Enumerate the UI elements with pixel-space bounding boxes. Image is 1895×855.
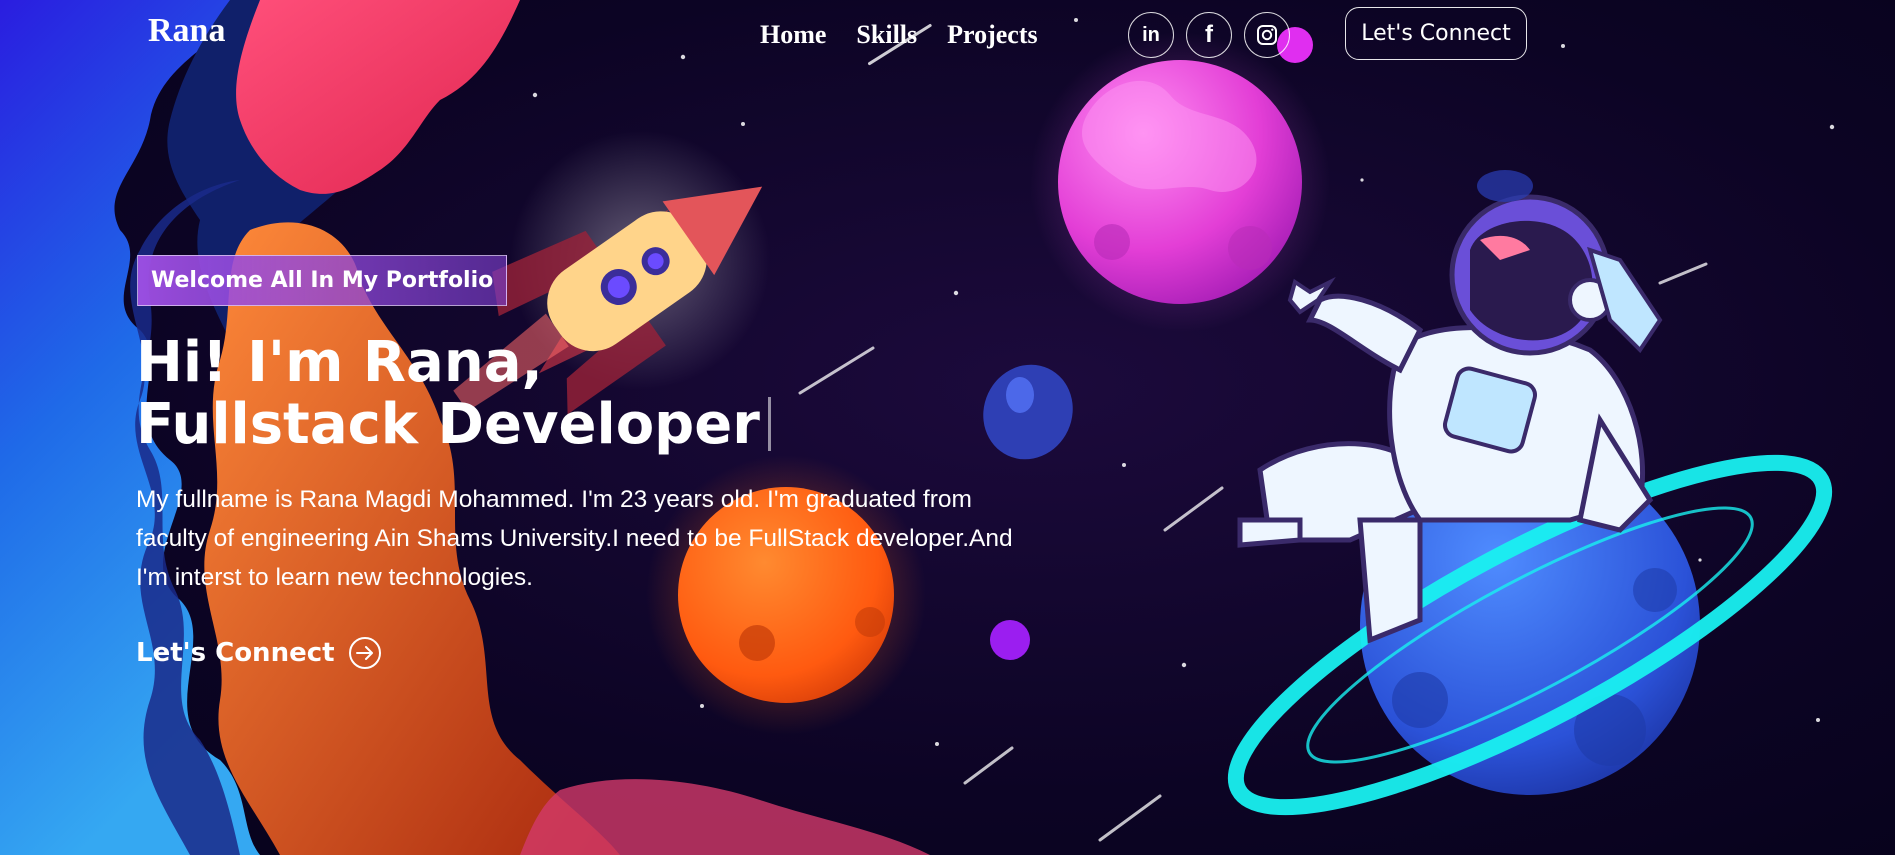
nav-projects[interactable]: Projects xyxy=(947,20,1037,50)
instagram-icon xyxy=(1257,25,1277,45)
hero-section: Rana Home Skills Projects in f Let's Con… xyxy=(0,0,1895,855)
headline-role: Fullstack Developer xyxy=(136,392,760,457)
brand-logo[interactable]: Rana xyxy=(148,12,225,50)
main-nav: Home Skills Projects xyxy=(760,20,1038,50)
instagram-link[interactable] xyxy=(1244,12,1290,58)
headline-role-row: Fullstack Developer xyxy=(136,394,771,456)
social-links: in f xyxy=(1128,12,1290,58)
hero-headline: Hi! I'm Rana, Fullstack Developer xyxy=(136,332,771,456)
cta-label: Let's Connect xyxy=(136,638,335,668)
header-connect-button[interactable]: Let's Connect xyxy=(1345,7,1527,60)
nav-home[interactable]: Home xyxy=(760,20,826,50)
hero-connect-button[interactable]: Let's Connect xyxy=(136,637,381,669)
facebook-icon: f xyxy=(1205,21,1213,48)
typing-cursor xyxy=(767,397,771,451)
facebook-link[interactable]: f xyxy=(1186,12,1232,58)
welcome-tagline: Welcome All In My Portfolio xyxy=(137,255,508,306)
linkedin-icon: in xyxy=(1142,23,1160,46)
linkedin-link[interactable]: in xyxy=(1128,12,1174,58)
hero-bio: My fullname is Rana Magdi Mohammed. I'm … xyxy=(136,486,1013,591)
nav-skills[interactable]: Skills xyxy=(856,20,917,50)
arrow-right-circle-icon xyxy=(348,637,381,669)
headline-greeting: Hi! I'm Rana, xyxy=(136,330,543,395)
